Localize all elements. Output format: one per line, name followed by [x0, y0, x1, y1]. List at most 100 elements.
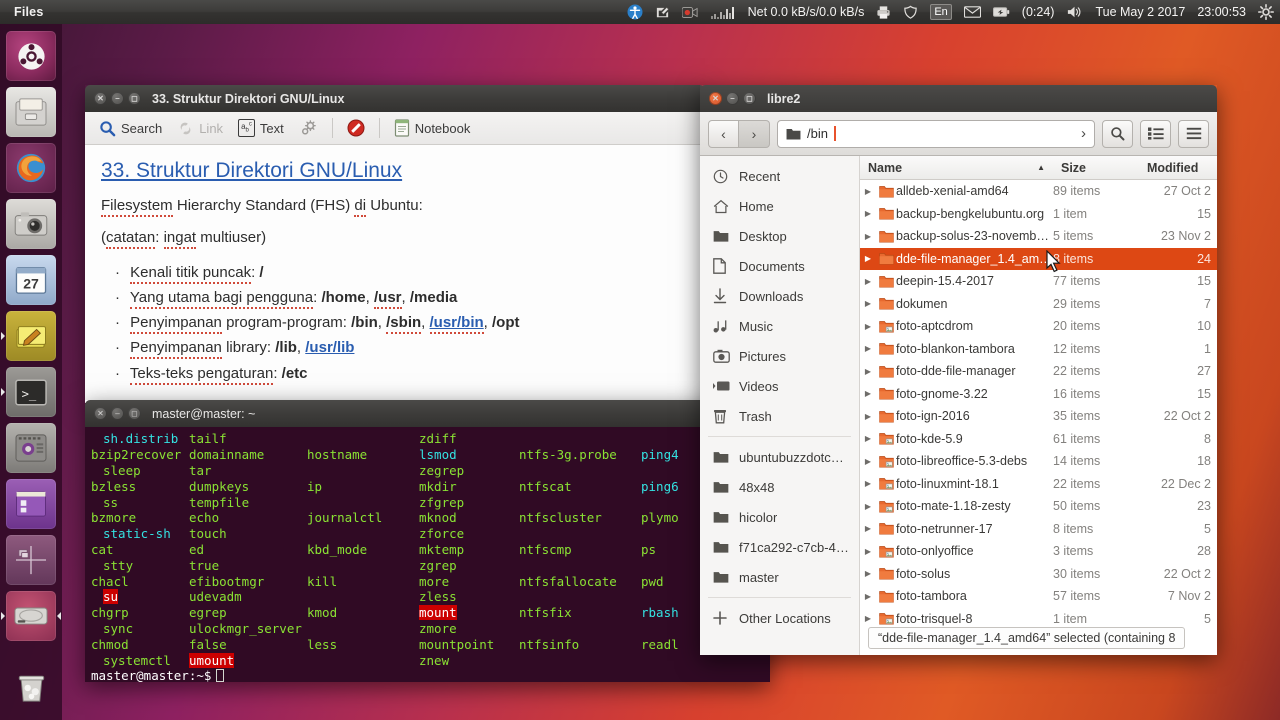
- row-expander-icon[interactable]: ▶: [860, 592, 876, 601]
- sidebar-item-48x48[interactable]: 48x48: [700, 472, 859, 502]
- text-button[interactable]: abc Text: [232, 117, 290, 138]
- terminal-close-button[interactable]: ✕: [94, 407, 107, 420]
- zim-titlebar[interactable]: ✕ – ◻ 33. Struktur Direktori GNU/Linux: [85, 85, 705, 112]
- sidebar-item-downloads[interactable]: Downloads: [700, 281, 859, 311]
- path-entry[interactable]: /bin ›: [777, 119, 1095, 148]
- table-row[interactable]: ▶ foto-linuxmint-18.1 22 items 22 Dec 2: [860, 473, 1217, 496]
- sidebar-item-ubuntubuzzdotc[interactable]: ubuntubuzzdotc…: [700, 442, 859, 472]
- tools-button[interactable]: [293, 118, 324, 139]
- sidebar-item-other-locations[interactable]: Other Locations: [700, 603, 859, 633]
- launcher-item-ubuntu-dash-icon[interactable]: [6, 31, 56, 81]
- table-row[interactable]: ▶ foto-onlyoffice 3 items 28: [860, 540, 1217, 563]
- table-row[interactable]: ▶ foto-mate-1.18-zesty 50 items 23: [860, 495, 1217, 518]
- sidebar-item-hicolor[interactable]: hicolor: [700, 502, 859, 532]
- printer-icon[interactable]: [870, 0, 897, 24]
- row-expander-icon[interactable]: ▶: [860, 277, 876, 286]
- table-row[interactable]: ▶ foto-netrunner-17 8 items 5: [860, 518, 1217, 541]
- row-expander-icon[interactable]: ▶: [860, 502, 876, 511]
- zim-document-body[interactable]: 33. Struktur Direktori GNU/Linux Filesys…: [85, 145, 705, 403]
- network-graph-icon[interactable]: [704, 0, 742, 24]
- volume-icon[interactable]: [1060, 0, 1089, 24]
- table-row[interactable]: ▶ foto-solus 30 items 22 Oct 2: [860, 563, 1217, 586]
- b4-link[interactable]: /usr/lib: [305, 339, 354, 356]
- launcher-item-firefox-icon[interactable]: [6, 143, 56, 193]
- launcher-item-shotwell-icon[interactable]: [6, 199, 56, 249]
- sidebar-item-pictures[interactable]: Pictures: [700, 341, 859, 371]
- zim-close-button[interactable]: ✕: [94, 92, 107, 105]
- page-title[interactable]: 33. Struktur Direktori GNU/Linux: [101, 159, 689, 183]
- sidebar-item-music[interactable]: Music: [700, 311, 859, 341]
- table-row[interactable]: ▶ foto-blankon-tambora 12 items 1: [860, 338, 1217, 361]
- files-maximize-button[interactable]: ◻: [743, 92, 756, 105]
- notebook-button[interactable]: Notebook: [388, 117, 477, 139]
- table-row[interactable]: ▶ foto-kde-5.9 61 items 8: [860, 428, 1217, 451]
- row-expander-icon[interactable]: ▶: [860, 254, 876, 263]
- row-expander-icon[interactable]: ▶: [860, 232, 876, 241]
- back-button[interactable]: ‹: [708, 119, 739, 148]
- table-row[interactable]: ▶ foto-gnome-3.22 16 items 15: [860, 383, 1217, 406]
- terminal-output[interactable]: sh.distrib tailf zdiff bzip2recover domainna…: [85, 427, 770, 682]
- sidebar-item-desktop[interactable]: Desktop: [700, 221, 859, 251]
- zim-maximize-button[interactable]: ◻: [128, 92, 141, 105]
- table-row[interactable]: ▶ dde-file-manager_1.4_amd64 8 items 24: [860, 247, 1217, 270]
- row-expander-icon[interactable]: ▶: [860, 524, 876, 533]
- table-row[interactable]: ▶ backup-solus-23-november-… 5 items 23 Nov…: [860, 225, 1217, 248]
- launcher-item-calendar-icon[interactable]: 27: [6, 255, 56, 305]
- terminal-minimize-button[interactable]: –: [111, 407, 124, 420]
- row-expander-icon[interactable]: ▶: [860, 322, 876, 331]
- row-expander-icon[interactable]: ▶: [860, 479, 876, 488]
- launcher-item-terminal-icon[interactable]: >_: [1, 367, 56, 417]
- launcher-item-disk-icon[interactable]: [1, 591, 61, 641]
- view-toggle-button[interactable]: [1140, 119, 1171, 148]
- table-row[interactable]: ▶ foto-ign-2016 35 items 22 Oct 2: [860, 405, 1217, 428]
- panel-app-title[interactable]: Files: [14, 5, 44, 19]
- b3-link[interactable]: /usr/bin: [429, 314, 484, 334]
- column-header-modified[interactable]: Modified: [1139, 161, 1217, 175]
- clock-time-label[interactable]: 23:00:53: [1191, 0, 1252, 24]
- sidebar-item-documents[interactable]: Documents: [700, 251, 859, 281]
- menu-button[interactable]: [1178, 119, 1209, 148]
- search-button[interactable]: [1102, 119, 1133, 148]
- table-row[interactable]: ▶ deepin-15.4-2017 77 items 15: [860, 270, 1217, 293]
- row-expander-icon[interactable]: ▶: [860, 434, 876, 443]
- sidebar-item-videos[interactable]: Videos: [700, 371, 859, 401]
- forward-button[interactable]: ›: [739, 119, 770, 148]
- row-expander-icon[interactable]: ▶: [860, 344, 876, 353]
- network-speed-label[interactable]: Net 0.0 kB/s/0.0 kB/s: [742, 0, 871, 24]
- column-header-name[interactable]: Name ▲: [860, 161, 1053, 175]
- table-row[interactable]: ▶ alldeb-xenial-amd64 89 items 27 Oct 2: [860, 180, 1217, 203]
- terminal-titlebar[interactable]: ✕ – ◻ master@master: ~: [85, 400, 770, 427]
- row-expander-icon[interactable]: ▶: [860, 187, 876, 196]
- stop-button[interactable]: [341, 117, 371, 139]
- files-titlebar[interactable]: ✕ – ◻ libre2: [700, 85, 1217, 112]
- session-gear-icon[interactable]: [1252, 0, 1280, 24]
- launcher-item-files-icon[interactable]: [6, 87, 56, 137]
- row-expander-icon[interactable]: ▶: [860, 367, 876, 376]
- row-expander-icon[interactable]: ▶: [860, 209, 876, 218]
- terminal-maximize-button[interactable]: ◻: [128, 407, 141, 420]
- shield-icon[interactable]: [897, 0, 924, 24]
- table-row[interactable]: ▶ foto-libreoffice-5.3-debs 14 items 18: [860, 450, 1217, 473]
- files-minimize-button[interactable]: –: [726, 92, 739, 105]
- row-expander-icon[interactable]: ▶: [860, 614, 876, 623]
- launcher-item-trash-icon[interactable]: [6, 662, 56, 712]
- search-button[interactable]: Search: [93, 118, 168, 139]
- sidebar-item-trash[interactable]: Trash: [700, 401, 859, 431]
- table-row[interactable]: ▶ dokumen 29 items 7: [860, 293, 1217, 316]
- files-close-button[interactable]: ✕: [709, 92, 722, 105]
- battery-time-label[interactable]: (0:24): [1016, 0, 1061, 24]
- table-row[interactable]: ▶ foto-dde-file-manager 22 items 27: [860, 360, 1217, 383]
- path-chevron-right-icon[interactable]: ›: [1081, 125, 1086, 142]
- file-list[interactable]: Name ▲ Size Modified ▶ alldeb-xenial-amd6…: [860, 156, 1217, 655]
- row-expander-icon[interactable]: ▶: [860, 412, 876, 421]
- row-expander-icon[interactable]: ▶: [860, 457, 876, 466]
- table-row[interactable]: ▶ foto-tambora 57 items 7 Nov 2: [860, 585, 1217, 608]
- launcher-item-software-center-icon[interactable]: [6, 479, 56, 529]
- row-expander-icon[interactable]: ▶: [860, 389, 876, 398]
- zim-minimize-button[interactable]: –: [111, 92, 124, 105]
- launcher-item-notes-icon[interactable]: [1, 311, 56, 361]
- launcher-item-system-settings-icon[interactable]: [6, 423, 56, 473]
- sidebar-item-home[interactable]: Home: [700, 191, 859, 221]
- sidebar-item-recent[interactable]: Recent: [700, 161, 859, 191]
- sidebar-item-master[interactable]: master: [700, 562, 859, 592]
